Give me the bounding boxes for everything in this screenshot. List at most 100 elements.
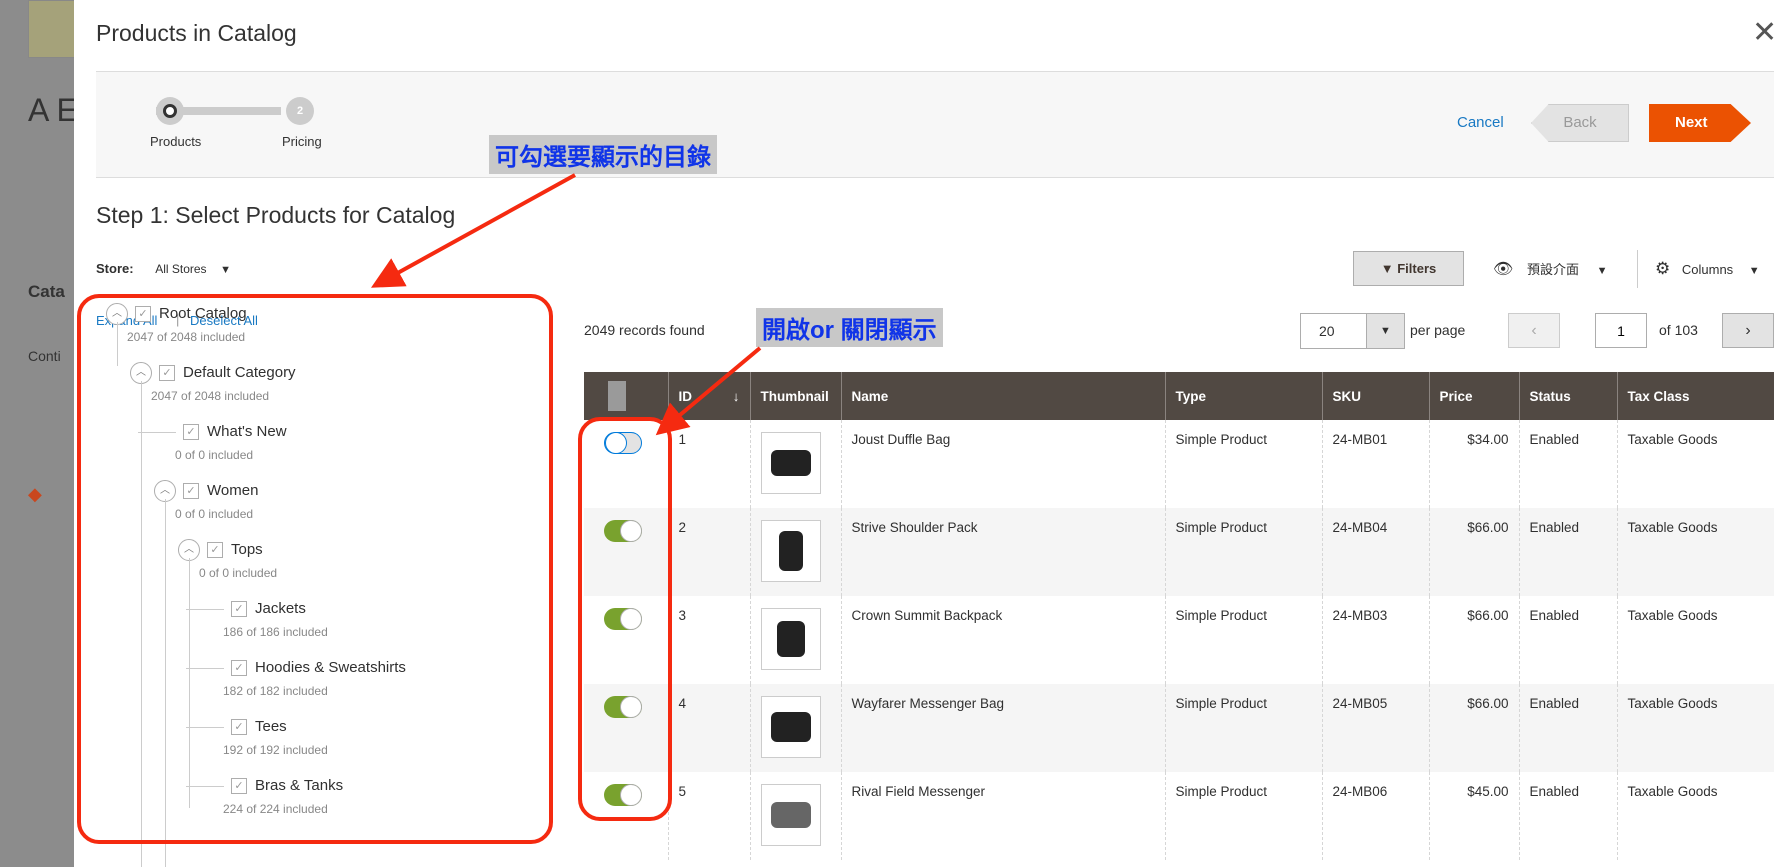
step-1-dot[interactable] <box>156 97 184 125</box>
mass-select-header[interactable] <box>584 372 668 420</box>
table-row[interactable]: 5 Rival Field Messenger Simple Product 2… <box>584 772 1774 860</box>
cell-type: Simple Product <box>1164 596 1322 684</box>
step-2-label: Pricing <box>282 134 322 149</box>
product-thumbnail[interactable] <box>760 784 821 846</box>
cell-price: $34.00 <box>1428 420 1519 508</box>
table-row[interactable]: 3 Crown Summit Backpack Simple Product 2… <box>584 596 1774 684</box>
wizard-steps: 2 Products Pricing <box>96 71 1774 178</box>
view-label: 預設介面 <box>1526 262 1579 277</box>
background-heading: A E <box>28 92 74 128</box>
cell-price: $45.00 <box>1428 772 1519 860</box>
cell-price: $66.00 <box>1428 508 1519 596</box>
cell-status: Enabled <box>1518 420 1617 508</box>
cell-tax-class: Taxable Goods <box>1616 596 1774 684</box>
product-thumbnail[interactable] <box>760 608 821 670</box>
mass-select-checkbox[interactable] <box>608 381 626 411</box>
cell-status: Enabled <box>1518 596 1617 684</box>
annotation-toggle-highlight <box>578 417 672 821</box>
step-2-dot[interactable]: 2 <box>286 97 314 125</box>
cell-id: 1 <box>667 420 750 508</box>
per-page-label: per page <box>1410 322 1466 338</box>
bag-image <box>776 621 805 657</box>
background-label: Conti <box>28 348 61 364</box>
gear-icon: ⚙ <box>1655 259 1671 278</box>
per-page-select[interactable]: 20 ▼ <box>1300 313 1405 349</box>
annotation-toggle-note: 開啟or 關閉顯示 <box>756 308 943 347</box>
sort-arrow-icon: ↓ <box>732 388 740 404</box>
prev-page-button[interactable]: ‹ <box>1508 313 1560 348</box>
background-image <box>28 0 74 58</box>
column-header-type[interactable]: Type <box>1164 372 1322 420</box>
bag-image <box>778 531 803 571</box>
cell-price: $66.00 <box>1428 596 1519 684</box>
column-header-price[interactable]: Price <box>1428 372 1519 420</box>
cell-sku: 24-MB01 <box>1321 420 1429 508</box>
store-switcher[interactable]: Store: All Stores ▼ <box>96 261 231 276</box>
column-header-tax-class[interactable]: Tax Class <box>1616 372 1774 420</box>
cell-sku: 24-MB04 <box>1321 508 1429 596</box>
background-label: Cata <box>28 282 65 301</box>
cell-sku: 24-MB05 <box>1321 684 1429 772</box>
columns-dropdown[interactable]: ⚙ Columns ▼ <box>1655 259 1760 279</box>
cell-status: Enabled <box>1518 772 1617 860</box>
cell-name: Wayfarer Messenger Bag <box>840 684 1165 772</box>
cell-id: 2 <box>667 508 750 596</box>
cancel-button[interactable]: Cancel <box>1457 114 1504 131</box>
cell-id: 5 <box>667 772 750 860</box>
column-header-id[interactable]: ID ↓ <box>667 372 750 420</box>
cell-id: 3 <box>667 596 750 684</box>
page-total: of 103 <box>1659 322 1698 338</box>
table-row[interactable]: 2 Strive Shoulder Pack Simple Product 24… <box>584 508 1774 596</box>
store-label: Store: <box>96 261 134 276</box>
column-header-status[interactable]: Status <box>1518 372 1617 420</box>
cell-price: $66.00 <box>1428 684 1519 772</box>
next-page-button[interactable]: › <box>1722 313 1774 348</box>
column-header-thumbnail[interactable]: Thumbnail <box>749 372 841 420</box>
cell-id: 4 <box>667 684 750 772</box>
back-button[interactable]: Back <box>1531 104 1629 142</box>
close-icon[interactable]: ✕ <box>1752 18 1777 48</box>
per-page-value: 20 <box>1319 323 1335 339</box>
magento-logo-icon: ◆ <box>28 484 42 504</box>
product-thumbnail[interactable] <box>760 696 821 758</box>
table-row[interactable]: 1 Joust Duffle Bag Simple Product 24-MB0… <box>584 420 1774 508</box>
divider <box>1637 250 1638 288</box>
filters-button[interactable]: ▼ Filters <box>1353 251 1464 286</box>
step-title: Step 1: Select Products for Catalog <box>96 202 456 228</box>
bag-image <box>770 802 811 828</box>
cell-name: Strive Shoulder Pack <box>840 508 1165 596</box>
bag-image <box>770 712 811 742</box>
columns-label: Columns <box>1681 262 1734 277</box>
annotation-tree-note: 可勾選要顯示的目錄 <box>489 135 717 174</box>
bag-image <box>770 450 811 476</box>
cell-type: Simple Product <box>1164 420 1322 508</box>
chevron-down-icon[interactable]: ▼ <box>1366 314 1404 348</box>
step-1-label: Products <box>150 134 202 149</box>
filter-icon: ▼ <box>1380 261 1394 276</box>
chevron-down-icon: ▼ <box>220 264 232 276</box>
modal-title: Products in Catalog <box>96 20 297 46</box>
table-row[interactable]: 4 Wayfarer Messenger Bag Simple Product … <box>584 684 1774 772</box>
cell-type: Simple Product <box>1164 772 1322 860</box>
chevron-down-icon: ▼ <box>1596 265 1608 277</box>
cell-type: Simple Product <box>1164 684 1322 772</box>
eye-icon: 👁 <box>1493 261 1514 278</box>
product-thumbnail[interactable] <box>760 520 821 582</box>
column-header-sku[interactable]: SKU <box>1321 372 1429 420</box>
cell-status: Enabled <box>1518 684 1617 772</box>
cell-type: Simple Product <box>1164 508 1322 596</box>
chevron-down-icon: ▼ <box>1748 265 1760 277</box>
page-input[interactable] <box>1595 313 1647 348</box>
annotation-tree-highlight <box>77 294 553 844</box>
store-value[interactable]: All Stores <box>155 262 206 276</box>
records-count: 2049 records found <box>584 322 705 338</box>
products-grid: ID ↓ Thumbnail Name Type SKU Price Status… <box>584 372 1774 860</box>
view-dropdown[interactable]: 👁 預設介面 ▼ <box>1493 259 1607 279</box>
cell-name: Crown Summit Backpack <box>840 596 1165 684</box>
cell-tax-class: Taxable Goods <box>1616 772 1774 860</box>
cell-name: Rival Field Messenger <box>840 772 1165 860</box>
product-thumbnail[interactable] <box>760 432 821 494</box>
filters-label: Filters <box>1397 261 1437 276</box>
column-header-name[interactable]: Name <box>840 372 1165 420</box>
next-button[interactable]: Next <box>1649 104 1751 142</box>
